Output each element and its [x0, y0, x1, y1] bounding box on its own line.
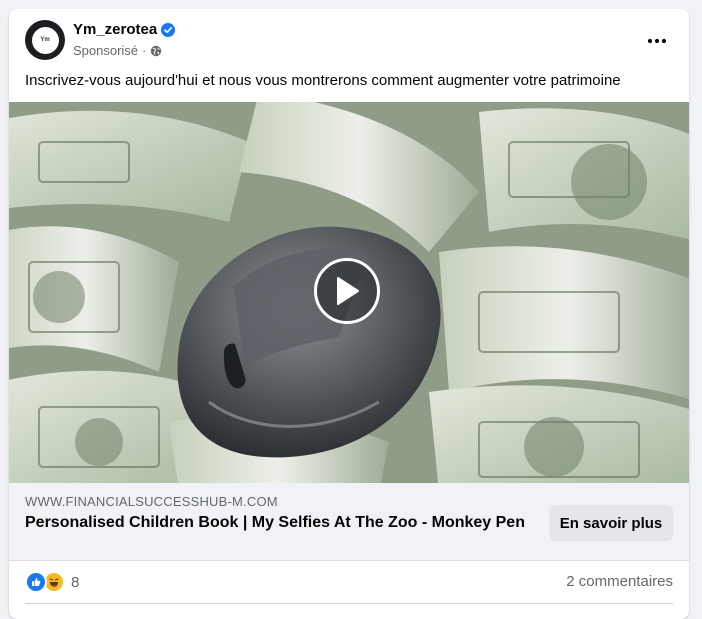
page-name-link[interactable]: Ym_zerotea	[73, 21, 157, 38]
avatar-logo: Ym	[31, 26, 59, 54]
engagement-bar: 8 2 commentaires	[9, 560, 689, 604]
more-options-button[interactable]	[639, 23, 675, 59]
sponsored-label[interactable]: Sponsorisé	[73, 43, 138, 58]
post-meta: Sponsorisé ·	[73, 43, 162, 58]
reaction-count: 8	[71, 573, 80, 591]
meta-separator: ·	[142, 43, 147, 58]
page-avatar[interactable]: Ym	[25, 20, 65, 60]
learn-more-button[interactable]: En savoir plus	[549, 505, 673, 541]
post-header: Ym Ym_zerotea Sponsorisé ·	[9, 9, 689, 71]
link-title[interactable]: Personalised Children Book | My Selfies …	[25, 513, 530, 533]
more-horizontal-icon	[647, 38, 667, 44]
link-domain: WWW.FINANCIALSUCCESSHUB-M.COM	[25, 494, 278, 509]
verified-badge-icon	[161, 22, 176, 37]
page-name-row: Ym_zerotea	[73, 21, 176, 38]
link-preview[interactable]: WWW.FINANCIALSUCCESSHUB-M.COM Personalis…	[9, 483, 689, 561]
video-thumbnail[interactable]	[9, 102, 689, 483]
reactions-summary[interactable]: 8	[25, 571, 79, 593]
like-reaction-icon	[25, 571, 47, 593]
globe-icon	[150, 45, 162, 57]
sponsored-post-card: Ym Ym_zerotea Sponsorisé · Inscrivez-vou…	[9, 9, 689, 619]
avatar-logo-text: Ym	[40, 37, 50, 43]
comments-count-link[interactable]: 2 commentaires	[566, 573, 673, 590]
play-button[interactable]	[314, 258, 380, 324]
post-message: Inscrivez-vous aujourd'hui et nous vous …	[25, 72, 621, 89]
play-icon	[337, 277, 359, 305]
divider	[25, 603, 673, 604]
